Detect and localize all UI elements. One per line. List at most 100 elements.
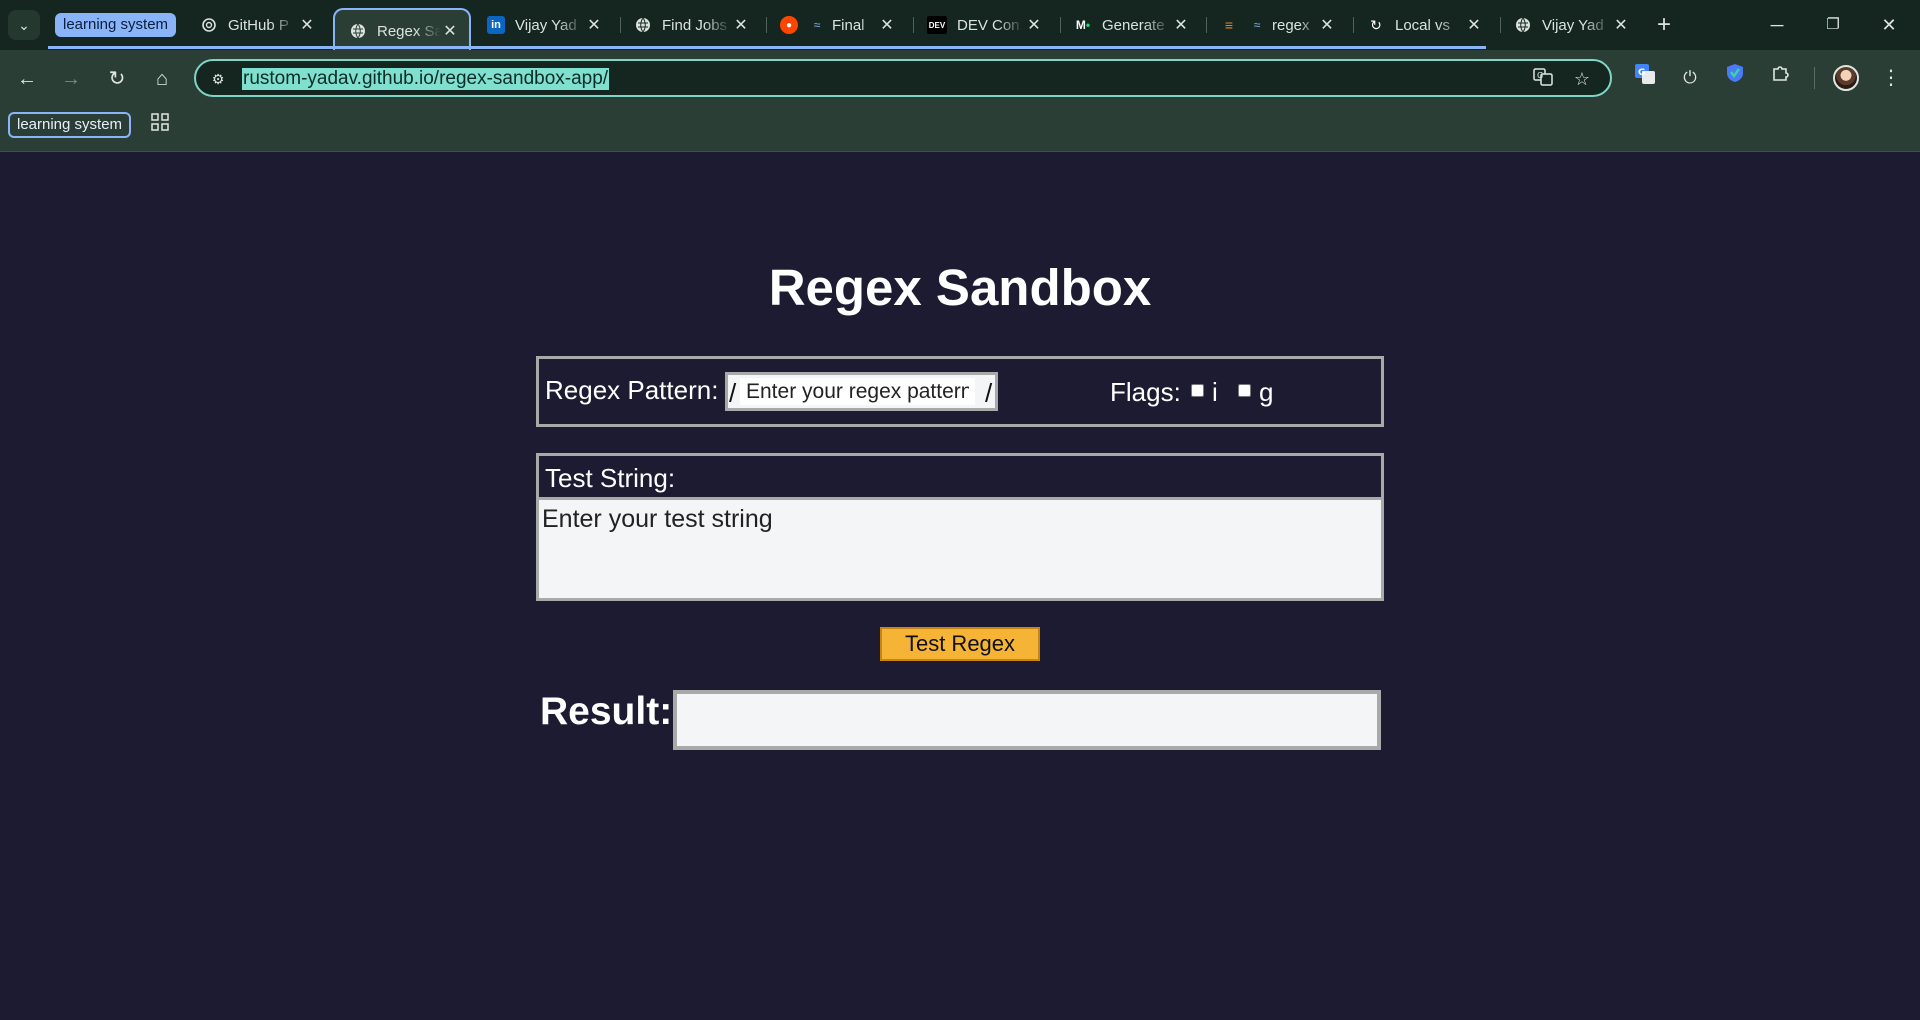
regex-pattern-input[interactable] (740, 378, 975, 405)
translate-icon[interactable]: G (1530, 67, 1556, 91)
medium-icon: ≈ (1253, 18, 1261, 32)
address-bar[interactable]: ⚙ rustom-yadav.github.io/regex-sandbox-a… (194, 59, 1612, 97)
globe-icon (634, 16, 652, 34)
browser-menu-button[interactable]: ⋮ (1878, 63, 1904, 93)
tab-strip: ⌄ learning system GitHub P ✕ Regex Sa ✕ … (0, 0, 1920, 52)
tab-title: Vijay Yad (1542, 16, 1604, 34)
back-button[interactable]: ← (11, 63, 43, 95)
svg-text:G: G (1638, 68, 1645, 78)
close-icon[interactable]: ✕ (732, 15, 750, 35)
close-icon[interactable]: ✕ (1612, 15, 1630, 35)
tab-title: Regex Sa (377, 22, 441, 40)
close-icon[interactable]: ✕ (441, 21, 459, 41)
flag-g-checkbox[interactable] (1238, 384, 1251, 397)
toolbar-separator (1814, 67, 1815, 89)
tab-title: Vijay Yad (515, 16, 577, 34)
result-label: Result: (540, 690, 673, 733)
globe-icon (1514, 16, 1532, 34)
tab-regex-stackoverflow[interactable]: ≡ ≈ regex ✕ (1206, 8, 1346, 42)
close-icon[interactable]: ✕ (1465, 15, 1483, 35)
reload-icon: ↻ (108, 68, 126, 90)
reload-button[interactable]: ↻ (101, 63, 133, 95)
flag-i-label: i (1212, 377, 1218, 407)
page-title: Regex Sandbox (768, 259, 1152, 316)
tab-title: Find Jobs (662, 16, 728, 34)
flag-g-label: g (1259, 377, 1274, 407)
openai-icon (200, 16, 218, 34)
test-string-panel: Test String: (536, 453, 1384, 601)
globe-icon (349, 22, 367, 40)
tab-group-underline (48, 46, 1486, 49)
profile-avatar[interactable] (1833, 65, 1859, 91)
tab-vijay-yadav[interactable]: Vijay Yad ✕ (1500, 8, 1640, 42)
bookmarks-bar (0, 107, 1920, 152)
tab-title: DEV Con (957, 16, 1020, 34)
restore-button[interactable]: ❐ (1810, 10, 1856, 40)
url-text[interactable]: rustom-yadav.github.io/regex-sandbox-app… (242, 68, 610, 90)
tab-find-jobs[interactable]: Find Jobs ✕ (620, 8, 760, 42)
site-settings-icon[interactable]: ⚙ (208, 69, 228, 89)
tab-dev-community[interactable]: DEV DEV Con ✕ (913, 8, 1053, 42)
test-string-header: Test String: (539, 456, 1381, 500)
tab-title: Generate (1102, 16, 1165, 34)
test-regex-button[interactable]: Test Regex (880, 627, 1040, 661)
extensions-puzzle-icon[interactable] (1766, 63, 1796, 93)
result-output (673, 690, 1381, 750)
close-icon[interactable]: ✕ (1025, 15, 1043, 35)
linkedin-icon: in (487, 16, 505, 34)
tab-search-button[interactable]: ⌄ (8, 10, 40, 40)
sync-icon: ↻ (1370, 16, 1382, 33)
close-icon[interactable]: ✕ (1318, 15, 1336, 35)
close-window-button[interactable]: ✕ (1866, 10, 1912, 40)
close-icon[interactable]: ✕ (298, 15, 316, 35)
svg-text:G: G (1537, 71, 1543, 80)
dev-icon: DEV (927, 16, 947, 34)
tab-separator (1060, 17, 1061, 33)
tab-github[interactable]: GitHub P ✕ (186, 8, 326, 42)
tab-local-vs[interactable]: ↻ Local vs ✕ (1353, 8, 1493, 42)
regex-pattern-label: Regex Pattern: (545, 375, 719, 405)
reddit-icon: ● (780, 16, 798, 34)
arrow-right-icon: → (61, 68, 81, 90)
chevron-down-icon: ⌄ (18, 16, 30, 33)
forward-button[interactable]: → (55, 63, 87, 95)
tab-group-chip[interactable]: learning system (55, 13, 177, 37)
tab-separator (1206, 17, 1207, 33)
browser-toolbar: ← → ↻ ⌂ ⚙ rustom-yadav.github.io/regex-s… (0, 50, 1920, 107)
close-icon[interactable]: ✕ (1172, 15, 1190, 35)
regex-close-slash: / (985, 378, 993, 408)
tab-separator (1500, 17, 1501, 33)
tab-separator (913, 17, 914, 33)
tab-separator (620, 17, 621, 33)
medium-icon: M • (1075, 18, 1091, 32)
flag-i-checkbox[interactable] (1191, 384, 1204, 397)
regex-pattern-field: / / (725, 372, 998, 411)
tab-generate[interactable]: M • Generate ✕ (1060, 8, 1200, 42)
tab-title: GitHub P (228, 16, 289, 34)
more-vertical-icon: ⋮ (1881, 67, 1901, 89)
tab-separator (766, 17, 767, 33)
regex-open-slash: / (729, 378, 737, 408)
tab-title: Local vs (1395, 16, 1451, 34)
medium-icon: ≈ (813, 18, 821, 32)
tab-title: Final (832, 16, 865, 34)
bookmark-group-learning-system[interactable]: learning system (8, 112, 132, 138)
close-icon[interactable]: ✕ (878, 15, 896, 35)
test-string-textarea[interactable] (539, 500, 1381, 598)
tab-title: regex (1272, 16, 1310, 34)
tab-groups-grid-icon[interactable] (148, 112, 172, 136)
tab-reddit[interactable]: ● ≈ Final ✕ (766, 8, 906, 42)
tab-separator (1353, 17, 1354, 33)
minimize-button[interactable]: ─ (1754, 10, 1800, 40)
bookmark-star-icon[interactable]: ☆ (1569, 67, 1595, 91)
home-icon: ⌂ (155, 68, 169, 90)
new-tab-button[interactable]: + (1650, 10, 1678, 40)
close-icon[interactable]: ✕ (585, 15, 603, 35)
power-icon[interactable]: ⏻ (1675, 63, 1705, 93)
tab-linkedin[interactable]: in Vijay Yad ✕ (473, 8, 613, 42)
shield-extension-icon[interactable] (1720, 63, 1750, 93)
home-button[interactable]: ⌂ (146, 63, 178, 95)
stackoverflow-icon: ≡ (1224, 17, 1234, 33)
google-translate-extension-icon[interactable]: G (1630, 63, 1660, 93)
test-string-label: Test String: (545, 463, 676, 493)
